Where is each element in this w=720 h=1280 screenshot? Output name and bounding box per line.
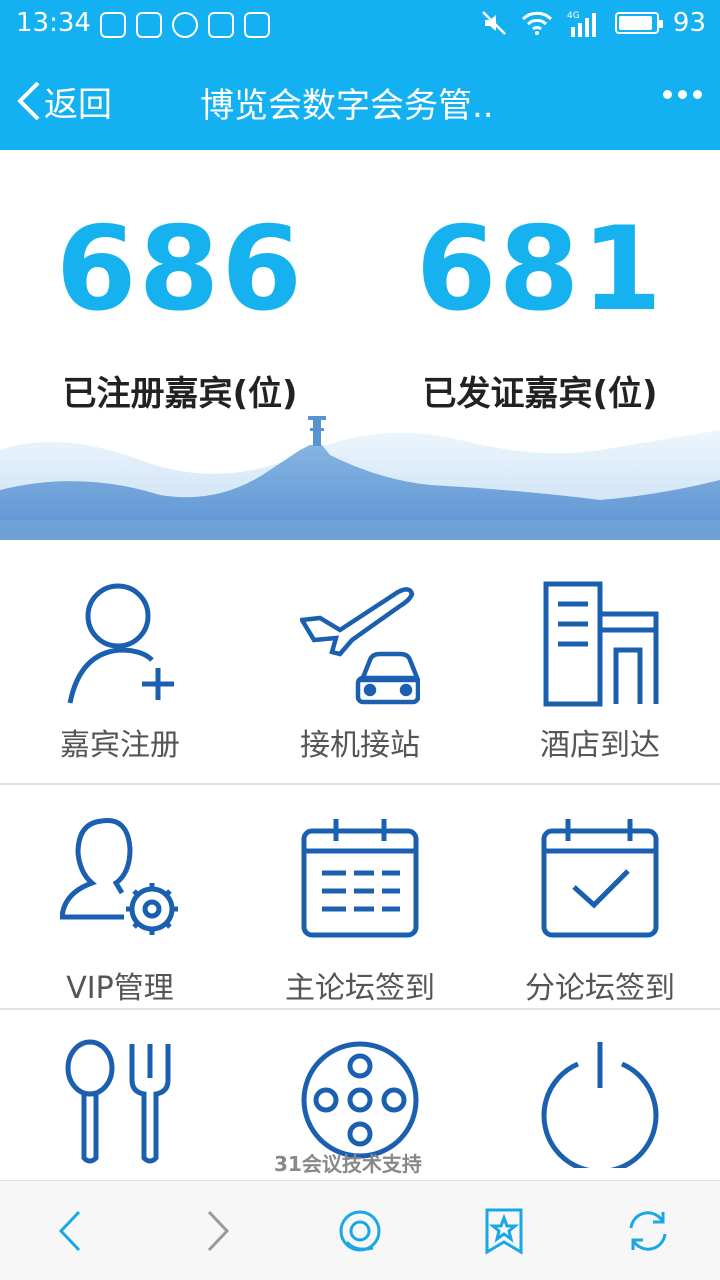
registered-count: 686 (55, 202, 305, 337)
tile-label: 分论坛签到 (525, 971, 675, 1006)
browser-home-icon (339, 1210, 381, 1251)
power-icon (541, 1042, 659, 1168)
bookmark-button[interactable] (432, 1181, 576, 1280)
add-user-icon (67, 583, 174, 704)
grid-row: VIP管理 主论坛签到 分论坛签到 (0, 785, 720, 1010)
certified-label: 已发证嘉宾(位) (422, 374, 658, 414)
battery-icon (614, 12, 663, 34)
tile-label: 接机接站 (300, 728, 420, 763)
stats-banner: 686 已注册嘉宾(位) 681 已发证嘉宾(位) (0, 150, 720, 540)
system-icons: 4G 93 (481, 8, 706, 38)
chevron-left-icon (17, 81, 40, 121)
function-grid: 嘉宾注册 接机接站 酒店到达 VIP管理 主论坛签到 分论坛签到 (0, 540, 720, 1210)
qq-icon (208, 12, 234, 38)
certified-count: 681 (415, 202, 665, 337)
status-time: 13:34 (16, 8, 91, 38)
registered-label: 已注册嘉宾(位) (62, 374, 298, 414)
refresh-icon (629, 1210, 667, 1251)
q-browser-icon (172, 12, 198, 38)
image-icon (244, 12, 270, 38)
tile-guest-registration[interactable]: 嘉宾注册 (0, 540, 240, 783)
refresh-button[interactable] (576, 1181, 720, 1280)
back-button[interactable]: 返回 (14, 76, 112, 126)
navigation-bar: 返回 博览会数字会务管.. (0, 50, 720, 150)
building-icon (543, 581, 659, 707)
back-arrow-icon (58, 1210, 81, 1251)
status-bar: 13:34 4G 93 (0, 0, 720, 50)
mute-icon (482, 11, 506, 35)
watermark: 31会议技术支持 (274, 1152, 422, 1176)
notification-icons (100, 12, 270, 38)
spoon-fork-icon (65, 1039, 171, 1164)
tile-hotel-arrival[interactable]: 酒店到达 (480, 540, 720, 783)
forward-arrow-icon (207, 1210, 230, 1251)
signal-icon: 4G (567, 11, 596, 37)
browser-forward-button[interactable] (144, 1181, 288, 1280)
user-gear-icon (60, 818, 178, 935)
back-label: 返回 (44, 84, 112, 125)
calendar-list-icon (301, 819, 419, 938)
svg-text:4G: 4G (567, 11, 580, 21)
registered-guests-stat: 686 已注册嘉宾(位) (0, 210, 360, 415)
browser-toolbar (0, 1180, 720, 1280)
browser-back-button[interactable] (0, 1181, 144, 1280)
weibo-icon (100, 12, 126, 38)
certified-guests-stat: 681 已发证嘉宾(位) (360, 210, 720, 415)
page-title: 博览会数字会务管.. (200, 86, 494, 126)
tile-airport-pickup[interactable]: 接机接站 (240, 540, 480, 783)
calendar-check-icon (541, 819, 659, 938)
plane-car-icon (300, 587, 420, 705)
more-dots-icon (663, 90, 672, 99)
tile-main-forum-checkin[interactable]: 主论坛签到 (240, 785, 480, 1008)
tile-sub-forum-checkin[interactable]: 分论坛签到 (480, 785, 720, 1008)
browser-home-button[interactable] (288, 1181, 432, 1280)
tile-label: VIP管理 (66, 971, 174, 1006)
grid-row: 嘉宾注册 接机接站 酒店到达 (0, 540, 720, 785)
tile-label: 嘉宾注册 (60, 728, 180, 763)
bookmark-star-icon (485, 1208, 523, 1255)
tile-vip-management[interactable]: VIP管理 (0, 785, 240, 1008)
shield-icon (136, 12, 162, 38)
battery-level: 93 (672, 8, 706, 38)
landscape-illustration (0, 416, 720, 540)
tile-label: 酒店到达 (540, 728, 660, 763)
wifi-icon (521, 11, 552, 35)
tile-label: 主论坛签到 (285, 971, 435, 1006)
more-button[interactable] (663, 90, 702, 99)
